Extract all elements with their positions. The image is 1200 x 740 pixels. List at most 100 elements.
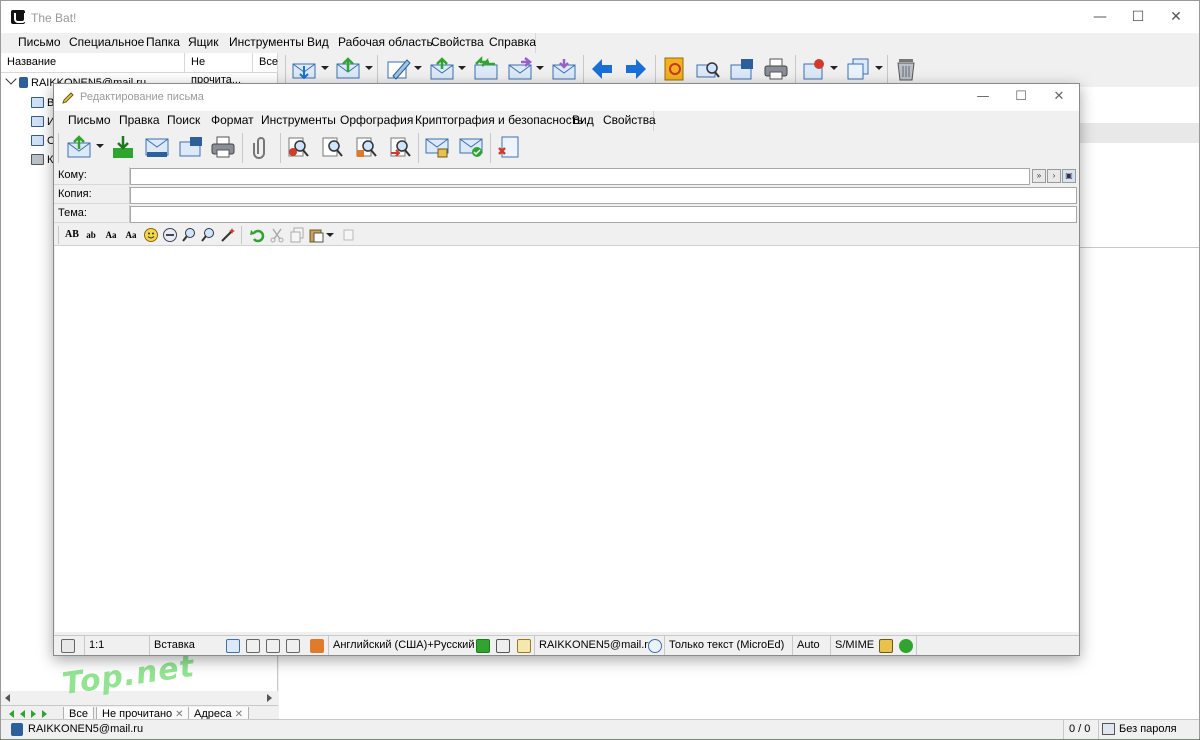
cc-input[interactable] xyxy=(130,187,1077,204)
signature-check-icon[interactable] xyxy=(899,639,913,653)
replace-icon[interactable] xyxy=(354,134,380,160)
replace-next-icon[interactable] xyxy=(388,134,414,160)
print-icon[interactable] xyxy=(210,134,236,160)
sender-account[interactable]: RAIKKONEN5@mail.ru xyxy=(534,636,658,655)
compose-minimize-button[interactable]: — xyxy=(964,84,1002,111)
magic-wand-icon[interactable] xyxy=(220,227,236,243)
save-to-outbox-icon[interactable] xyxy=(110,134,136,160)
menu-folder[interactable]: Папка xyxy=(144,33,182,53)
print-icon[interactable] xyxy=(763,56,789,82)
insert-mode[interactable]: Вставка xyxy=(149,636,223,655)
compose-menu-crypto[interactable]: Криптография и безопасность xyxy=(413,111,585,131)
discard-icon[interactable] xyxy=(496,134,522,160)
compose-close-button[interactable]: ✕ xyxy=(1040,84,1078,111)
message-format[interactable]: Только текст (MicroEd) xyxy=(664,636,788,655)
get-mail-icon[interactable] xyxy=(291,56,317,82)
save-draft-icon[interactable] xyxy=(144,134,170,160)
send-mail-icon[interactable] xyxy=(335,56,361,82)
first-tab-icon[interactable] xyxy=(9,710,14,718)
address-book-icon[interactable]: ▣ xyxy=(1062,169,1076,183)
next-recipient-icon[interactable]: › xyxy=(1047,169,1061,183)
spell-language[interactable]: Английский (США)+Русский xyxy=(328,636,478,655)
format-icon[interactable] xyxy=(648,639,662,653)
find-message-icon[interactable] xyxy=(695,56,721,82)
new-folder-icon[interactable] xyxy=(801,56,827,82)
account-select-icon[interactable] xyxy=(517,639,531,653)
toggle-case-button[interactable]: Aa xyxy=(103,227,119,243)
dropdown-arrow-icon[interactable] xyxy=(536,66,544,70)
return-receipt-icon[interactable] xyxy=(496,639,510,653)
mail-manage-icon[interactable] xyxy=(729,56,755,82)
dropdown-arrow-icon[interactable] xyxy=(326,233,334,237)
subject-input[interactable] xyxy=(130,206,1077,223)
compose-menu-search[interactable]: Поиск xyxy=(165,111,202,131)
last-tab-icon[interactable] xyxy=(42,710,47,718)
copy-icon[interactable] xyxy=(289,227,305,243)
previous-message-icon[interactable] xyxy=(589,56,615,82)
reply-icon[interactable] xyxy=(429,56,455,82)
dropdown-arrow-icon[interactable] xyxy=(414,66,422,70)
next-tab-icon[interactable] xyxy=(31,710,36,718)
send-later-icon[interactable] xyxy=(178,134,204,160)
prev-tab-icon[interactable] xyxy=(20,710,25,718)
folder-trash[interactable]: К xyxy=(31,151,53,169)
compose-menu-letter[interactable]: Письмо xyxy=(66,111,113,131)
lock-icon[interactable] xyxy=(879,639,893,653)
smiley-icon[interactable] xyxy=(143,227,159,243)
charset[interactable]: Auto xyxy=(792,636,828,655)
send-icon[interactable] xyxy=(66,134,92,160)
compose-menu-tools[interactable]: Инструменты xyxy=(259,111,338,131)
trash-icon[interactable] xyxy=(893,56,919,82)
menu-tools[interactable]: Инструменты xyxy=(227,33,306,53)
wrap-icon[interactable] xyxy=(246,639,260,653)
find-next-icon[interactable] xyxy=(320,134,346,160)
compose-menu-view[interactable]: Вид xyxy=(570,111,596,131)
zoom-in-icon[interactable] xyxy=(181,227,197,243)
menu-help[interactable]: Справка xyxy=(487,33,538,53)
align-icon[interactable] xyxy=(266,639,280,653)
capitalize-button[interactable]: Aa xyxy=(123,227,139,243)
compose-menu-spelling[interactable]: Орфография xyxy=(338,111,415,131)
menu-special[interactable]: Специальное xyxy=(67,33,146,53)
menu-workspace[interactable]: Рабочая область xyxy=(336,33,435,53)
message-body-editor[interactable] xyxy=(55,246,1078,632)
no-entry-icon[interactable] xyxy=(162,227,178,243)
new-message-icon[interactable] xyxy=(385,56,411,82)
security-mode[interactable]: S/MIME xyxy=(830,636,874,655)
page-icon[interactable] xyxy=(226,639,240,653)
paste-icon[interactable] xyxy=(308,227,324,243)
column-header-unread[interactable]: Не прочита... xyxy=(185,53,253,86)
folder-inbox[interactable]: В xyxy=(31,94,54,112)
copy-folder-icon[interactable] xyxy=(845,56,871,82)
cut-icon[interactable] xyxy=(269,227,285,243)
folder-horizontal-scrollbar[interactable] xyxy=(1,691,278,705)
folder-outbox[interactable]: И xyxy=(31,113,55,131)
redirect-icon[interactable] xyxy=(551,56,577,82)
spell-check-icon[interactable] xyxy=(310,639,324,653)
find-icon[interactable] xyxy=(286,134,312,160)
menu-mailbox[interactable]: Ящик xyxy=(186,33,221,53)
compose-menu-edit[interactable]: Правка xyxy=(117,111,162,131)
address-book-icon[interactable] xyxy=(661,56,687,82)
dropdown-arrow-icon[interactable] xyxy=(365,66,373,70)
close-button[interactable]: ✕ xyxy=(1153,1,1199,33)
encrypt-icon[interactable] xyxy=(424,134,450,160)
dropdown-arrow-icon[interactable] xyxy=(96,144,104,148)
dropdown-arrow-icon[interactable] xyxy=(875,66,883,70)
dropdown-arrow-icon[interactable] xyxy=(321,66,329,70)
menu-properties[interactable]: Свойства xyxy=(429,33,486,53)
menu-view[interactable]: Вид xyxy=(305,33,331,53)
undo-icon[interactable] xyxy=(250,227,266,243)
compose-menu-properties[interactable]: Свойства xyxy=(601,111,658,131)
column-header-all[interactable]: Все xyxy=(253,53,278,73)
menu-letter[interactable]: Письмо xyxy=(16,33,63,53)
dropdown-arrow-icon[interactable] xyxy=(458,66,466,70)
dropdown-arrow-icon[interactable] xyxy=(830,66,838,70)
zoom-out-icon[interactable] xyxy=(200,227,216,243)
sign-icon[interactable] xyxy=(458,134,484,160)
chevron-down-icon[interactable] xyxy=(5,73,17,85)
attach-file-icon[interactable] xyxy=(248,134,274,160)
reply-all-icon[interactable] xyxy=(473,56,499,82)
status-green-icon[interactable] xyxy=(476,639,490,653)
folder-sent[interactable]: О xyxy=(31,132,56,150)
